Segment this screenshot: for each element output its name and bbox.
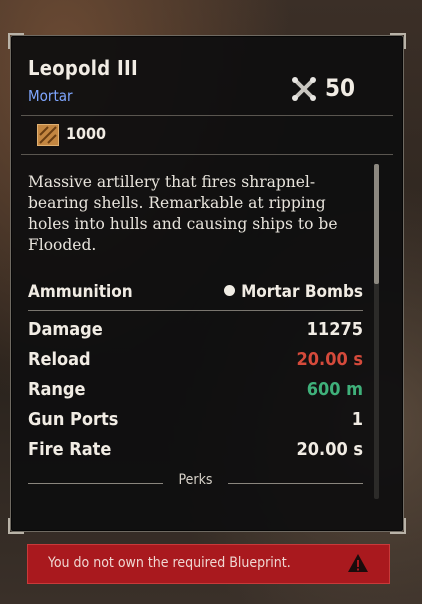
warning-triangle-icon	[348, 554, 368, 572]
scrollbar-thumb[interactable]	[374, 164, 379, 284]
blueprint-warning-banner: You do not own the required Blueprint.	[27, 544, 390, 584]
item-tooltip: Leopold III Mortar 50 1000 Massive artil…	[8, 33, 406, 534]
stat-row-damage: Damage 11275	[28, 319, 363, 345]
ammunition-value: Mortar Bombs	[241, 282, 363, 302]
warning-message: You do not own the required Blueprint.	[48, 555, 291, 571]
stat-row-range: Range 600 m	[28, 379, 363, 405]
stat-value: 11275	[306, 319, 363, 340]
item-name: Leopold III	[28, 56, 138, 80]
ammunition-label: Ammunition	[28, 282, 133, 302]
stat-value: 20.00 s	[296, 349, 364, 370]
item-level: 50	[324, 74, 355, 102]
stat-label: Range	[28, 379, 86, 400]
crossed-cannons-icon	[292, 77, 316, 101]
corner-ornament	[8, 33, 24, 49]
corner-ornament	[390, 518, 406, 534]
divider	[28, 310, 363, 311]
stat-label: Reload	[28, 349, 91, 370]
stat-row-fire-rate: Fire Rate 20.00 s	[28, 439, 363, 465]
resource-crate-icon	[37, 124, 59, 146]
stat-value: 20.00 s	[296, 439, 364, 460]
perks-label: Perks	[178, 472, 213, 488]
divider	[21, 115, 393, 116]
perks-section-header: Perks	[28, 472, 363, 492]
stat-value: 600 m	[306, 379, 363, 400]
stat-label: Damage	[28, 319, 103, 340]
item-type: Mortar	[28, 87, 73, 105]
stat-label: Fire Rate	[28, 439, 112, 460]
stat-value: 1	[351, 409, 363, 430]
divider	[21, 154, 393, 155]
stat-label: Gun Ports	[28, 409, 119, 430]
corner-ornament	[8, 518, 24, 534]
ammunition-value-wrap: Mortar Bombs	[224, 282, 363, 302]
stat-row-gun-ports: Gun Ports 1	[28, 409, 363, 435]
item-description: Massive artillery that fires shrapnel-be…	[28, 173, 338, 254]
item-cost: 1000	[66, 124, 107, 143]
mortar-bomb-icon	[224, 285, 236, 296]
stat-row-reload: Reload 20.00 s	[28, 349, 363, 375]
divider	[228, 483, 363, 484]
corner-ornament	[390, 33, 406, 49]
